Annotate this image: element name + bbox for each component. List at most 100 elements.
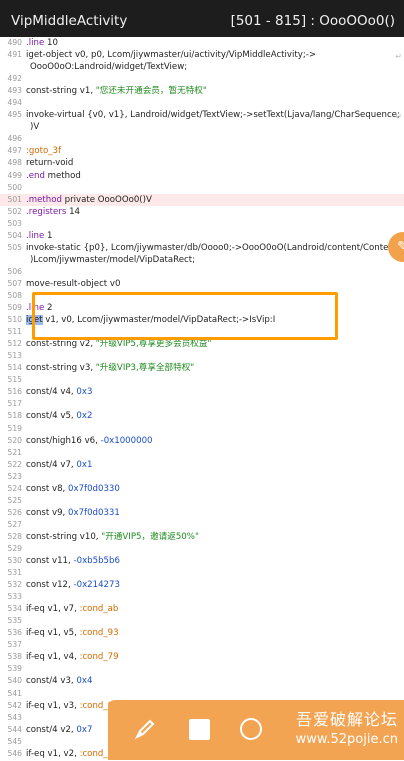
line-number: 504 [7,230,23,240]
line-number: 514 [7,363,23,373]
code-line[interactable]: )Lcom/jiywmaster/model/VipDataRect; [0,254,404,266]
code-line[interactable]: 498 return-void [0,157,404,169]
line-number: 492 [7,74,23,84]
code-line[interactable]: 491 iget-object v0, p0, Lcom/jiywmaster/u… [0,49,404,61]
code-text: .end method [26,170,81,181]
watermark-url: www.52pojie.cn [295,732,398,747]
code-line[interactable]: 507 move-result-object v0 [0,278,404,290]
code-text: if-eq v1, v2, :cond_44 [26,748,119,759]
code-text: const/4 v3, 0x4 [26,676,93,687]
line-number: 515 [7,375,23,385]
activity-title: VipMiddleActivity [11,13,128,29]
code-line[interactable]: 514 const-string v3, "升级VIP3,尊享全部特权" [0,362,404,374]
code-text: const/4 v2, 0x7 [26,724,93,735]
code-line[interactable]: 537 [0,639,404,651]
line-number: 501 [7,194,23,204]
code-line[interactable]: 528 const-string v10, "开通VIP5，邀请返50%" [0,531,404,543]
line-number: 507 [7,278,23,288]
code-line[interactable]: 503 [0,218,404,230]
code-line[interactable]: 505 invoke-static {p0}, Lcom/jiywmaster/d… [0,242,404,254]
line-number: 512 [7,339,23,349]
code-text: const/4 v7, 0x1 [26,459,93,470]
code-text: invoke-virtual {v0, v1}, Landroid/widget… [26,110,400,121]
line-number: 519 [7,423,23,433]
code-line[interactable]: 500 [0,182,404,194]
code-text: .line 1 [26,230,53,241]
code-line[interactable]: 539 [0,663,404,675]
line-number: 493 [7,86,23,96]
code-text: const-string v3, "升级VIP3,尊享全部特权" [26,363,195,374]
code-text: return-void [26,158,74,169]
code-line[interactable]: 499 .end method [0,170,404,182]
code-line[interactable]: 538 if-eq v1, v4, :cond_79 [0,651,404,663]
smali-code-editor[interactable]: 490 .line 10 491 iget-object v0, p0, Lcom/j… [0,37,404,761]
code-text: OooO0oO:Landroid/widget/TextView; [30,62,188,73]
code-text: if-eq v1, v5, :cond_93 [26,628,119,639]
code-line[interactable]: 518 const/4 v5, 0x2 [0,410,404,422]
line-number: 494 [7,98,23,108]
code-line[interactable]: 490 .line 10 [0,37,404,49]
line-number: 523 [7,471,23,481]
code-line[interactable]: 495 invoke-virtual {v0, v1}, Landroid/wid… [0,109,404,121]
line-number: 540 [7,676,23,686]
code-line[interactable]: 535 [0,615,404,627]
line-number: 516 [7,387,23,397]
code-line[interactable]: 531 [0,567,404,579]
code-text: )Lcom/jiywmaster/model/VipDataRect; [30,254,196,265]
line-number: 545 [7,736,23,746]
code-line[interactable]: 529 [0,543,404,555]
code-line[interactable]: 523 [0,471,404,483]
line-number: 502 [7,206,23,216]
circle-icon[interactable] [236,714,266,744]
code-line[interactable]: 519 [0,423,404,435]
code-line[interactable]: OooO0oO:Landroid/widget/TextView; [0,61,404,73]
code-line[interactable]: 513 [0,350,404,362]
code-text: move-result-object v0 [26,278,121,289]
code-line[interactable]: 541 [0,688,404,700]
code-text: const/4 v4, 0x3 [26,387,93,398]
line-number: 518 [7,411,23,421]
code-line[interactable]: 521 [0,447,404,459]
code-text: iget-object v0, p0, Lcom/jiywmaster/ui/a… [26,50,317,61]
code-line[interactable]: 534 if-eq v1, v7, :cond_ab [0,603,404,615]
line-number: 534 [7,604,23,614]
line-number: 535 [7,616,23,626]
code-line[interactable]: 496 [0,133,404,145]
code-line[interactable]: 502 .registers 14 [0,206,404,218]
brush-icon[interactable] [130,714,160,744]
code-line[interactable]: )V [0,121,404,133]
code-text: const v8, 0x7f0d0330 [26,483,120,494]
code-line[interactable]: 506 [0,266,404,278]
line-number: 498 [7,158,23,168]
line-number: 503 [7,218,23,228]
watermark-site-name: 吾爱破解论坛 [295,710,398,729]
code-line[interactable]: 526 const v9, 0x7f0d0331 [0,507,404,519]
code-line[interactable]: 515 [0,374,404,386]
code-line[interactable]: 530 const v11, -0xb5b5b6 [0,555,404,567]
code-line[interactable]: 533 [0,591,404,603]
code-line[interactable]: 516 const/4 v4, 0x3 [0,386,404,398]
code-line[interactable]: 492 [0,73,404,85]
code-line[interactable]: 524 const v8, 0x7f0d0330 [0,483,404,495]
code-text: if-eq v1, v3, :cond_61 [26,700,119,711]
code-line[interactable]: 522 const/4 v7, 0x1 [0,459,404,471]
line-number: 527 [7,519,23,529]
line-number: 546 [7,748,23,758]
line-number: 497 [7,146,23,156]
code-line[interactable]: 540 const/4 v3, 0x4 [0,675,404,687]
line-number: 532 [7,580,23,590]
code-line[interactable]: 527 [0,519,404,531]
code-line[interactable]: 536 if-eq v1, v5, :cond_93 [0,627,404,639]
code-line[interactable]: 532 const v12, -0x214273 [0,579,404,591]
code-line[interactable]: 504 .line 1 [0,230,404,242]
code-line[interactable]: 493 const-string v1, "您还未开通会员，暂无特权" [0,85,404,97]
code-line[interactable]: 494 [0,97,404,109]
code-line[interactable]: 517 [0,398,404,410]
code-line[interactable]: 501 .method private OooOOo0()V [0,193,404,206]
code-line[interactable]: 520 const/high16 v6, -0x1000000 [0,435,404,447]
square-icon[interactable] [184,714,214,744]
line-number: 521 [7,447,23,457]
code-line[interactable]: 497:goto_3f [0,145,404,157]
code-line[interactable]: 525 [0,495,404,507]
line-number: 499 [7,170,23,180]
